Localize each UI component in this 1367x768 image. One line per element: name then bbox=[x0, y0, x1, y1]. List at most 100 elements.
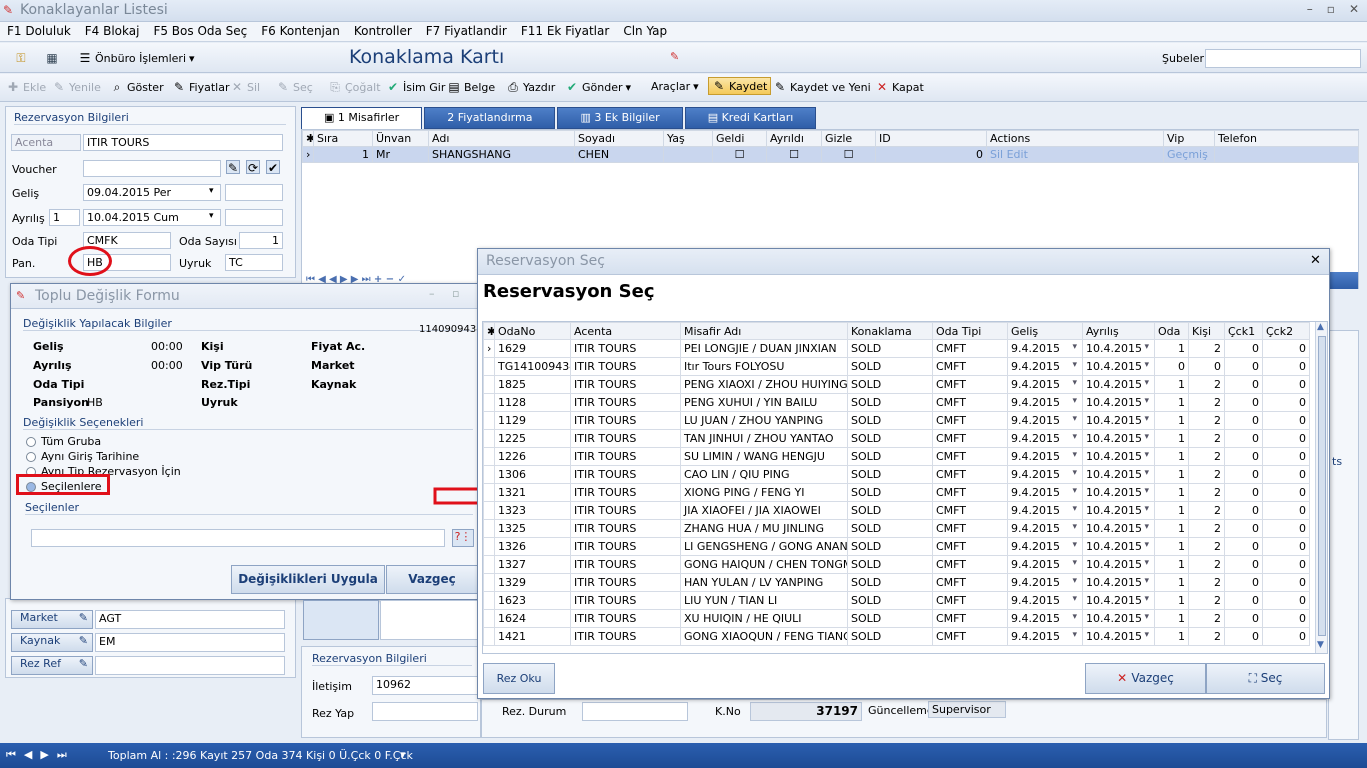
tab-ek-bilgiler[interactable]: ▥ 3 Ek Bilgiler bbox=[557, 107, 683, 129]
table-row[interactable]: 1225 ITIR TOURS TAN JINHUI / ZHOU YANTAO SO… bbox=[483, 429, 1310, 448]
menu-f7[interactable]: F7 Fiyatlandir bbox=[419, 22, 514, 41]
col-ayrildi[interactable]: Ayrıldı bbox=[766, 130, 822, 147]
col-8[interactable]: Kişi bbox=[1188, 322, 1225, 340]
table-row[interactable]: 1129 ITIR TOURS LU JUAN / ZHOU YANPING SOLD… bbox=[483, 411, 1310, 430]
cell[interactable]: 0 bbox=[1262, 483, 1310, 502]
dialog-vazgec-button[interactable]: ✕ Vazgeç bbox=[1085, 663, 1206, 694]
cell[interactable]: 1 bbox=[1154, 339, 1189, 358]
cell[interactable]: CMFT bbox=[932, 537, 1008, 556]
cell[interactable]: 0 bbox=[1262, 627, 1310, 646]
table-row[interactable]: 1306 ITIR TOURS CAO LIN / QIU PING SOLD CMFT… bbox=[483, 465, 1310, 484]
cell[interactable]: 0 bbox=[1224, 555, 1263, 574]
cell[interactable]: 1327 bbox=[494, 555, 571, 574]
chevron-down-icon[interactable]: ▾ bbox=[1144, 594, 1149, 604]
help-icon[interactable]: ?⋮ bbox=[452, 529, 474, 547]
cell[interactable]: 1 bbox=[1154, 429, 1189, 448]
cell[interactable]: GONG HAIQUN / CHEN TONGMING bbox=[680, 555, 848, 574]
cell[interactable]: CMFT bbox=[932, 447, 1008, 466]
cell[interactable]: 1 bbox=[1154, 627, 1189, 646]
chevron-down-icon[interactable]: ▾ bbox=[1144, 576, 1149, 586]
cell[interactable]: 9.4.2015 ▾ bbox=[1007, 555, 1083, 574]
cell[interactable]: 1321 bbox=[494, 483, 571, 502]
cell[interactable]: SOLD bbox=[847, 591, 933, 610]
col-10[interactable]: Çck2 bbox=[1262, 322, 1310, 340]
chevron-down-icon[interactable]: ▾ bbox=[1072, 594, 1077, 604]
kapat-button[interactable]: ✕ Kapat bbox=[875, 80, 924, 94]
chevron-down-icon[interactable]: ▾ bbox=[1144, 378, 1149, 388]
cell[interactable]: 9.4.2015 ▾ bbox=[1007, 411, 1083, 430]
uyruk-field[interactable]: TC bbox=[225, 254, 283, 271]
chevron-down-icon[interactable]: ▾ bbox=[1072, 342, 1077, 352]
cell[interactable]: CMFT bbox=[932, 519, 1008, 538]
gonder-button[interactable]: ✔ Gönder ▾ bbox=[565, 80, 631, 94]
col-vip[interactable]: Vip bbox=[1163, 130, 1215, 147]
cell[interactable]: 9.4.2015 ▾ bbox=[1007, 573, 1083, 592]
cell[interactable]: 0 bbox=[1262, 411, 1310, 430]
cell[interactable]: CMFT bbox=[932, 429, 1008, 448]
cell[interactable]: 1326 bbox=[494, 537, 571, 556]
iletisim-field[interactable]: 10962 bbox=[372, 676, 478, 695]
market-field[interactable]: AGT bbox=[95, 610, 285, 629]
cell[interactable]: 1225 bbox=[494, 429, 571, 448]
ayrilis-time[interactable] bbox=[225, 209, 283, 226]
cell[interactable]: 10.4.2015 ▾ bbox=[1082, 393, 1155, 412]
col-3[interactable]: Konaklama bbox=[847, 322, 933, 340]
cell[interactable]: SOLD bbox=[847, 537, 933, 556]
rezyap-field[interactable] bbox=[372, 702, 478, 721]
cell[interactable]: 1 bbox=[1154, 465, 1189, 484]
table-row[interactable]: › 1 Mr SHANGSHANG CHEN ☐ ☐ ☐ 0 Sil Edit … bbox=[302, 146, 1359, 163]
menu-kontroller[interactable]: Kontroller bbox=[347, 22, 419, 41]
cell[interactable]: 0 bbox=[1224, 573, 1263, 592]
cell[interactable]: 1325 bbox=[494, 519, 571, 538]
cell[interactable]: CMFT bbox=[932, 591, 1008, 610]
col-5[interactable]: Geliş bbox=[1007, 322, 1083, 340]
table-row[interactable]: 1624 ITIR TOURS XU HUIQIN / HE QIULI SOLD CM… bbox=[483, 609, 1310, 628]
cell[interactable]: CMFT bbox=[932, 609, 1008, 628]
cell[interactable]: CMFT bbox=[932, 393, 1008, 412]
cell[interactable]: 10.4.2015 ▾ bbox=[1082, 357, 1155, 376]
cell[interactable]: SOLD bbox=[847, 339, 933, 358]
kaynak-field[interactable]: EM bbox=[95, 633, 285, 652]
cell[interactable]: 10.4.2015 ▾ bbox=[1082, 483, 1155, 502]
cell[interactable]: CMFT bbox=[932, 501, 1008, 520]
cell[interactable]: 0 bbox=[1224, 375, 1263, 394]
cell[interactable]: 9.4.2015 ▾ bbox=[1007, 537, 1083, 556]
cell[interactable]: 0 bbox=[1224, 429, 1263, 448]
chevron-down-icon[interactable]: ▾ bbox=[1072, 486, 1077, 496]
cell[interactable]: 0 bbox=[1262, 609, 1310, 628]
close-icon[interactable]: ✕ bbox=[1349, 2, 1359, 16]
table-row[interactable]: 1327ITIR TOURSGONG HAIQUN / CHEN TONGMIN… bbox=[483, 555, 1310, 574]
cell[interactable]: 10.4.2015 ▾ bbox=[1082, 573, 1155, 592]
cell[interactable]: 1 bbox=[1154, 555, 1189, 574]
cell[interactable]: SOLD bbox=[847, 609, 933, 628]
cell[interactable]: 10.4.2015 ▾ bbox=[1082, 465, 1155, 484]
col-0[interactable]: OdaNo bbox=[494, 322, 571, 340]
ayrilis-nights[interactable]: 1 bbox=[49, 209, 80, 226]
cell[interactable]: ITIR TOURS bbox=[570, 627, 681, 646]
chevron-down-icon[interactable]: ▾ bbox=[1072, 504, 1077, 514]
chevron-down-icon[interactable]: ▾ bbox=[1072, 576, 1077, 586]
table-row[interactable]: 1329 ITIR TOURS HAN YULAN / LV YANPING SOLD… bbox=[483, 573, 1310, 592]
cell[interactable]: 10.4.2015 ▾ bbox=[1082, 375, 1155, 394]
cell[interactable]: 2 bbox=[1188, 429, 1225, 448]
chevron-down-icon[interactable]: ▾ bbox=[1144, 558, 1149, 568]
rez-oku-button[interactable]: Rez Oku bbox=[483, 663, 555, 694]
cell[interactable]: SOLD bbox=[847, 393, 933, 412]
araclar-button[interactable]: Araçlar ▾ bbox=[651, 80, 699, 93]
cell[interactable]: 10.4.2015 ▾ bbox=[1082, 519, 1155, 538]
minimize-icon[interactable]: – bbox=[1307, 2, 1313, 16]
gizle-checkbox[interactable]: ☐ bbox=[821, 146, 876, 163]
cell[interactable]: XIONG PING / FENG YI bbox=[680, 483, 848, 502]
chevron-down-icon[interactable]: ▾ bbox=[1072, 360, 1077, 370]
chevron-down-icon[interactable]: ▾ bbox=[1144, 468, 1149, 478]
cell[interactable]: 1624 bbox=[494, 609, 571, 628]
col-2[interactable]: Misafir Adı bbox=[680, 322, 848, 340]
cell[interactable]: 1 bbox=[1154, 591, 1189, 610]
cell[interactable]: 0 bbox=[1262, 465, 1310, 484]
cell[interactable]: 0 bbox=[1224, 627, 1263, 646]
col-7[interactable]: Oda bbox=[1154, 322, 1189, 340]
cell[interactable]: 1825 bbox=[494, 375, 571, 394]
cell[interactable]: 1421 bbox=[494, 627, 571, 646]
cell[interactable]: ITIR TOURS bbox=[570, 339, 681, 358]
cell[interactable]: 9.4.2015 ▾ bbox=[1007, 519, 1083, 538]
